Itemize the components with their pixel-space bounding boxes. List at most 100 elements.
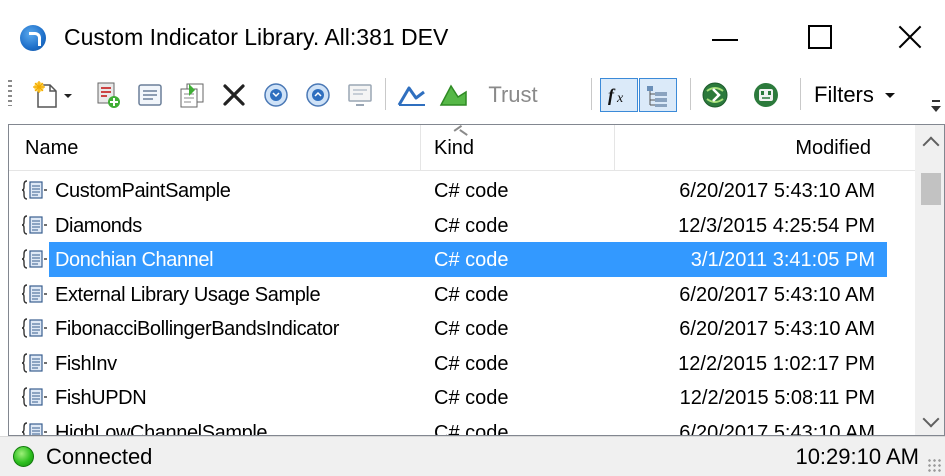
toolbar-separator: [690, 78, 691, 110]
toolbar: Trust f x Filters: [0, 62, 945, 124]
code-file-icon: [21, 384, 51, 410]
close-icon: [898, 25, 922, 49]
indicator-kind: C# code: [434, 387, 509, 409]
import-icon: [264, 83, 288, 107]
toolbar-grip[interactable]: [8, 80, 12, 106]
trust-label: Trust: [488, 82, 538, 107]
library-server-button[interactable]: [748, 80, 784, 110]
export-icon: [306, 83, 330, 107]
title-bar: Custom Indicator Library. All:381 DEV: [0, 0, 945, 62]
indicator-list[interactable]: Name Kind Modified CustomPaintSample C# c…: [8, 124, 945, 436]
import-button[interactable]: [260, 80, 292, 110]
minimize-icon: [712, 39, 738, 41]
apply-to-chart-button[interactable]: [395, 80, 429, 110]
table-row[interactable]: Donchian Channel C# code 3/1/2011 3:41:05 …: [9, 242, 915, 277]
tree-view-toggle-button[interactable]: [639, 78, 677, 112]
toolbar-overflow-button[interactable]: [930, 98, 942, 116]
add-chart-icon: [97, 82, 120, 108]
chart-blue-icon: [397, 86, 425, 106]
apply-to-all-charts-button[interactable]: [437, 80, 471, 110]
indicator-kind: C# code: [434, 352, 509, 375]
server-face-icon: [754, 83, 778, 107]
code-file-icon: [21, 419, 51, 435]
fx-icon: f x: [608, 85, 624, 106]
indicator-kind: C# code: [434, 421, 509, 436]
table-row[interactable]: FibonacciBollingerBandsIndicator C# code 6…: [9, 311, 915, 346]
table-row[interactable]: Diamonds C# code 12/3/2015 4:25:54 PM: [9, 208, 915, 243]
indicator-name: FishInv: [55, 352, 117, 375]
status-bar: Connected 10:29:10 AM: [0, 436, 945, 476]
vertical-scrollbar[interactable]: [915, 125, 944, 435]
column-header-modified[interactable]: Modified: [615, 125, 871, 171]
indicator-modified: 6/20/2017 5:43:10 AM: [679, 180, 875, 202]
tree-view-icon: [647, 86, 667, 107]
refresh-online-button[interactable]: [697, 80, 733, 110]
indicator-name: Donchian Channel: [55, 249, 214, 271]
code-file-icon: [21, 246, 51, 272]
indicator-modified: 6/20/2017 5:43:10 AM: [679, 318, 875, 340]
indicator-name: Diamonds: [55, 214, 142, 237]
indicator-name: FishUPDN: [55, 387, 147, 409]
list-header: Name Kind Modified: [9, 125, 915, 171]
table-row[interactable]: External Library Usage Sample C# code 6/20…: [9, 277, 915, 312]
indicator-name: CustomPaintSample: [55, 180, 231, 202]
table-row[interactable]: HighLowChannelSample C# code 6/20/2017 5:4…: [9, 415, 915, 436]
table-row[interactable]: FishUPDN C# code 12/2/2015 5:08:11 PM: [9, 380, 915, 415]
maximize-button[interactable]: [790, 12, 850, 62]
scroll-thumb[interactable]: [921, 173, 941, 205]
list-rows: CustomPaintSample C# code 6/20/2017 5:43:1…: [9, 173, 915, 436]
code-file-icon: [21, 315, 51, 341]
formula-toggle-button[interactable]: f x: [600, 78, 638, 112]
indicator-modified: 12/3/2015 4:25:54 PM: [678, 214, 875, 237]
globe-refresh-icon: [702, 82, 728, 108]
code-file-icon: [21, 281, 51, 307]
svg-text:x: x: [616, 91, 624, 106]
indicator-kind: C# code: [434, 214, 509, 237]
toolbar-separator: [800, 78, 801, 110]
filters-dropdown[interactable]: Filters: [814, 80, 914, 110]
resize-grip[interactable]: [927, 458, 941, 472]
properties-button[interactable]: [134, 80, 166, 110]
connected-status-icon: [13, 446, 34, 467]
indicator-modified: 12/2/2015 5:08:11 PM: [679, 387, 875, 409]
status-time: 10:29:10 AM: [795, 444, 919, 469]
indicator-name: HighLowChannelSample: [55, 421, 268, 436]
new-indicator-button[interactable]: [30, 80, 76, 110]
toolbar-separator: [385, 78, 386, 110]
window-title: Custom Indicator Library. All:381 DEV: [64, 24, 449, 50]
table-row[interactable]: FishInv C# code 12/2/2015 1:02:17 PM: [9, 346, 915, 381]
add-item-button[interactable]: [92, 80, 124, 110]
indicator-kind: C# code: [434, 180, 509, 202]
toolbar-separator: [591, 78, 592, 110]
code-file-icon: [21, 177, 51, 203]
delete-button[interactable]: [218, 80, 250, 110]
column-header-name[interactable]: Name: [25, 125, 420, 171]
minimize-button[interactable]: [695, 12, 755, 62]
indicator-name: External Library Usage Sample: [55, 283, 321, 306]
compile-button[interactable]: [344, 80, 376, 110]
clone-button[interactable]: [176, 80, 208, 110]
scroll-up-icon[interactable]: [915, 125, 944, 155]
properties-icon: [138, 84, 162, 106]
column-header-kind[interactable]: Kind: [434, 125, 614, 171]
svg-text:f: f: [608, 85, 616, 105]
indicator-kind: C# code: [434, 283, 509, 306]
scroll-down-icon[interactable]: [915, 407, 944, 435]
export-button[interactable]: [302, 80, 334, 110]
indicator-name: FibonacciBollingerBandsIndicator: [55, 318, 340, 340]
indicator-kind: C# code: [434, 249, 509, 271]
table-row[interactable]: CustomPaintSample C# code 6/20/2017 5:43:1…: [9, 173, 915, 208]
clone-icon: [180, 83, 204, 108]
code-file-icon: [21, 212, 51, 238]
connection-status: Connected: [46, 444, 153, 469]
indicator-kind: C# code: [434, 318, 509, 340]
indicator-modified: 12/2/2015 1:02:17 PM: [678, 352, 875, 375]
close-button[interactable]: [880, 12, 940, 62]
indicator-modified: 6/20/2017 5:43:10 AM: [679, 421, 875, 436]
filters-label: Filters: [814, 82, 874, 107]
delete-x-icon: [223, 84, 245, 106]
trust-button[interactable]: Trust: [478, 80, 548, 110]
column-divider[interactable]: [420, 125, 421, 171]
monitor-icon: [348, 84, 372, 106]
code-file-icon: [21, 350, 51, 376]
